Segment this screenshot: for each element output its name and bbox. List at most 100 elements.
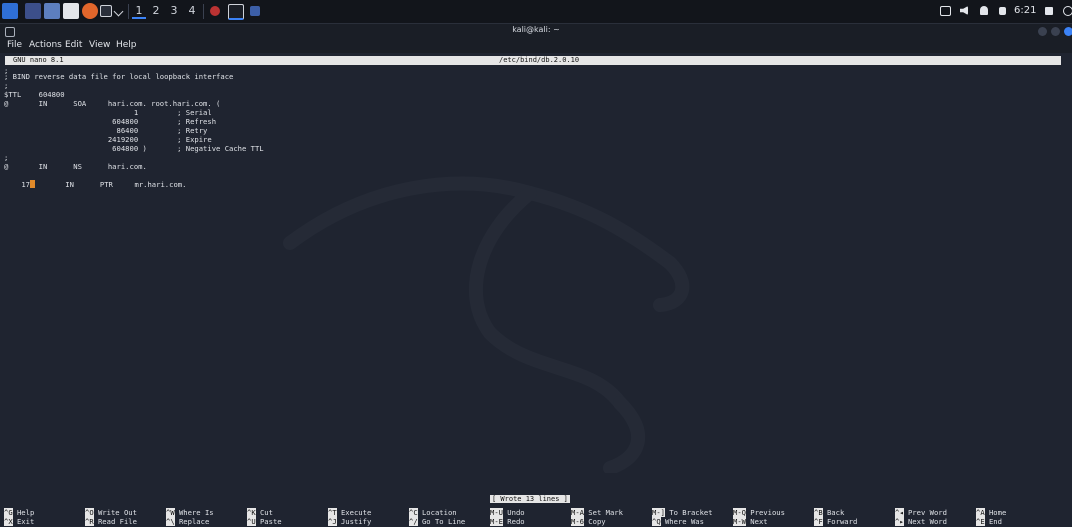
bell-icon[interactable]: [980, 6, 988, 15]
shortcut-where-is[interactable]: ^W Where Is: [166, 508, 214, 517]
shortcut-label: Copy: [583, 517, 606, 526]
shortcut-copy[interactable]: M-6 Copy: [571, 517, 606, 526]
shortcut-key: M-6: [571, 517, 584, 526]
nano-filename: /etc/bind/db.2.0.10: [499, 56, 580, 64]
editor-line[interactable]: ;: [4, 153, 8, 162]
editor-line[interactable]: 1 ; Serial: [4, 108, 212, 117]
shortcut-home[interactable]: ^A Home: [976, 508, 1006, 517]
workspace-3[interactable]: 3: [167, 4, 181, 17]
shortcut-back[interactable]: ^B Back: [814, 508, 844, 517]
shortcut-help[interactable]: ^G Help: [4, 508, 34, 517]
workspace-1[interactable]: 1: [132, 4, 146, 19]
shortcut-forward[interactable]: ^F Forward: [814, 517, 857, 526]
taskbar: 1 2 3 4 6:21: [0, 0, 1072, 24]
kali-menu-icon[interactable]: [2, 3, 18, 19]
shortcut-label: Execute: [336, 508, 372, 517]
menu-file[interactable]: File: [7, 40, 22, 50]
editor-line[interactable]: 86400 ; Retry: [4, 126, 208, 135]
shortcut-label: Home: [984, 508, 1007, 517]
shortcut-location[interactable]: ^C Location: [409, 508, 457, 517]
shortcut-where-was[interactable]: ^Q Where Was: [652, 517, 704, 526]
shortcut-execute[interactable]: ^T Execute: [328, 508, 371, 517]
shortcut-next-word[interactable]: ^▸ Next Word: [895, 517, 947, 526]
desktop-icon[interactable]: [25, 3, 41, 19]
chevron-down-icon[interactable]: [113, 6, 124, 17]
shortcut-label: Paste: [255, 517, 282, 526]
terminal-icon[interactable]: [100, 5, 112, 17]
editor-line-ptr[interactable]: 17 IN PTR mr.hari.com.: [4, 171, 186, 198]
clock[interactable]: 6:21: [1014, 5, 1036, 16]
text-editor-icon[interactable]: [63, 3, 79, 19]
shortcut-key: ^E: [976, 517, 985, 526]
shortcut-key: ^T: [328, 508, 337, 517]
menu-view[interactable]: View: [89, 40, 110, 50]
shortcut-label: Read File: [93, 517, 137, 526]
shortcut-label: Next Word: [903, 517, 947, 526]
kali-dragon-watermark: [283, 176, 690, 473]
close-button[interactable]: [1064, 27, 1072, 36]
shortcut-end[interactable]: ^E End: [976, 517, 1002, 526]
shortcut-label: End: [984, 517, 1002, 526]
shortcut-label: Undo: [502, 508, 525, 517]
shortcut-key: ^X: [4, 517, 13, 526]
shortcut-key: ^G: [4, 508, 13, 517]
minimize-button[interactable]: [1038, 27, 1047, 36]
battery-icon[interactable]: [999, 7, 1006, 15]
shortcut-prev-word[interactable]: ^◂ Prev Word: [895, 508, 947, 517]
menu-bar: File Actions Edit View Help: [0, 39, 1072, 53]
shortcut-go-to-line[interactable]: ^/ Go To Line: [409, 517, 465, 526]
editor-line[interactable]: 2419200 ; Expire: [4, 135, 212, 144]
firefox-icon[interactable]: [82, 3, 98, 19]
shortcut-write-out[interactable]: ^O Write Out: [85, 508, 137, 517]
maximize-button[interactable]: [1051, 27, 1060, 36]
shortcut-cut[interactable]: ^K Cut: [247, 508, 273, 517]
shortcut-next[interactable]: M-W Next: [733, 517, 768, 526]
ptr-prefix: 17: [21, 180, 30, 189]
shortcut-read-file[interactable]: ^R Read File: [85, 517, 137, 526]
menu-help[interactable]: Help: [116, 40, 137, 50]
shortcut-label: Next: [745, 517, 768, 526]
shortcut-key: ^◂: [895, 508, 904, 517]
editor-line[interactable]: @ IN SOA hari.com. root.hari.com. (: [4, 99, 220, 108]
workspace-4[interactable]: 4: [185, 4, 199, 17]
shortcut-key: M-U: [490, 508, 503, 517]
shortcut-key: ^C: [409, 508, 418, 517]
volume-icon[interactable]: [960, 6, 968, 15]
shortcut-label: Location: [417, 508, 457, 517]
shortcut-exit[interactable]: ^X Exit: [4, 517, 34, 526]
shortcut-set-mark[interactable]: M-A Set Mark: [571, 508, 623, 517]
shortcut-key: ^U: [247, 517, 256, 526]
editor-line[interactable]: 604800 ; Refresh: [4, 117, 216, 126]
shortcut-to-bracket[interactable]: M-] To Bracket: [652, 508, 713, 517]
nano-version: GNU nano 8.1: [13, 56, 64, 64]
shortcut-paste[interactable]: ^U Paste: [247, 517, 282, 526]
shortcut-label: Help: [12, 508, 35, 517]
editor-line[interactable]: ;: [4, 81, 8, 90]
shortcut-previous[interactable]: M-Q Previous: [733, 508, 785, 517]
file-manager-icon[interactable]: [44, 3, 60, 19]
shortcut-undo[interactable]: M-U Undo: [490, 508, 525, 517]
workspace-2[interactable]: 2: [149, 4, 163, 17]
shortcut-key: M-Q: [733, 508, 746, 517]
display-icon[interactable]: [940, 6, 951, 16]
shortcut-redo[interactable]: M-E Redo: [490, 517, 525, 526]
shortcut-label: Redo: [502, 517, 525, 526]
shortcut-label: Go To Line: [417, 517, 466, 526]
power-icon[interactable]: [1063, 6, 1072, 16]
app-icon[interactable]: [210, 6, 220, 16]
editor-line[interactable]: ; BIND reverse data file for local loopb…: [4, 72, 233, 81]
menu-edit[interactable]: Edit: [65, 40, 82, 50]
editor-line[interactable]: $TTL 604800: [4, 90, 65, 99]
app-window-icon[interactable]: [250, 6, 260, 16]
shortcut-replace[interactable]: ^\ Replace: [166, 517, 209, 526]
shortcut-key: ^B: [814, 508, 823, 517]
shortcut-justify[interactable]: ^J Justify: [328, 517, 371, 526]
editor-line[interactable]: 604800 ) ; Negative Cache TTL: [4, 144, 263, 153]
terminal-window-icon[interactable]: [228, 4, 244, 20]
shortcut-key: M-W: [733, 517, 746, 526]
lock-icon[interactable]: [1045, 7, 1053, 15]
shortcut-label: To Bracket: [664, 508, 713, 517]
terminal-area[interactable]: GNU nano 8.1 /etc/bind/db.2.0.10 ; ; BIN…: [0, 53, 1072, 527]
menu-actions[interactable]: Actions: [29, 40, 62, 50]
editor-line[interactable]: @ IN NS hari.com.: [4, 162, 147, 171]
